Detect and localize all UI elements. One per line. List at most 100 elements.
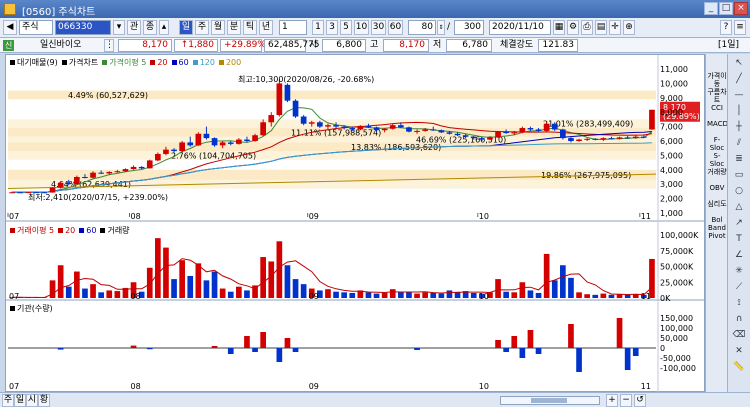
tab-minute[interactable]: 분: [227, 20, 241, 35]
status-tab-time[interactable]: 시: [26, 394, 38, 407]
price-tick-label: 2,000: [660, 195, 683, 204]
date-input[interactable]: 2020/11/10: [489, 20, 551, 35]
indicator-item[interactable]: 가격이동: [707, 72, 727, 88]
reset-button[interactable]: ↺: [634, 394, 646, 407]
close-button[interactable]: ×: [734, 2, 748, 15]
rect-tool-icon[interactable]: ▭: [731, 170, 747, 183]
status-tab-week[interactable]: 주: [2, 394, 14, 407]
channel-tool-icon[interactable]: ⫽: [731, 138, 747, 151]
indicator-item[interactable]: OBV: [707, 184, 727, 192]
triangle-tool-icon[interactable]: △: [731, 202, 747, 215]
code-search-icon[interactable]: ▾: [113, 20, 125, 35]
ruler-tool-icon[interactable]: 📏: [731, 362, 747, 375]
tab-day[interactable]: 일: [179, 20, 193, 35]
calendar-icon[interactable]: ▦: [553, 20, 565, 35]
magnet-tool-icon[interactable]: ∩: [731, 314, 747, 327]
settings-icon[interactable]: ⚙: [567, 20, 579, 35]
chart-area[interactable]: 4.49% (60,527,629) 21.01% (283,499,409) 11…: [5, 54, 706, 393]
cycle-tool-icon[interactable]: ⟟: [731, 298, 747, 311]
interval-select[interactable]: 1: [279, 20, 307, 35]
tab-year[interactable]: 년: [259, 20, 273, 35]
cross-tool-icon[interactable]: ┼: [731, 122, 747, 135]
text-tool-icon[interactable]: T: [731, 234, 747, 247]
interval-60[interactable]: 60: [388, 20, 403, 35]
status-tab-status[interactable]: 황: [38, 394, 50, 407]
save-icon[interactable]: ▤: [595, 20, 607, 35]
market-select[interactable]: 주식: [19, 20, 53, 35]
tab-month[interactable]: 월: [211, 20, 225, 35]
institution-tick-label: 150,000: [660, 314, 693, 323]
volume-bar: [65, 286, 72, 298]
x-axis-label: 11: [641, 292, 651, 301]
indicator-item[interactable]: 거래량: [707, 168, 727, 176]
total-count-input[interactable]: 300: [454, 20, 484, 35]
stock-code-input[interactable]: 066330: [55, 20, 111, 35]
scroll-thumb[interactable]: [531, 398, 567, 403]
interval-3[interactable]: 3: [326, 20, 338, 35]
stock-list-button[interactable]: 종: [143, 20, 157, 35]
gann-tool-icon[interactable]: ✳: [731, 266, 747, 279]
vline-tool-icon[interactable]: │: [731, 106, 747, 119]
legend-swatch: [150, 60, 156, 65]
zoom-out-button[interactable]: −: [620, 394, 632, 407]
volume-bar: [503, 291, 509, 298]
tab-tick[interactable]: 틱: [243, 20, 257, 35]
status-tab-day[interactable]: 일: [14, 394, 26, 407]
legend-entry: 기관(수량): [10, 304, 53, 313]
angle-tool-icon[interactable]: ∠: [731, 250, 747, 263]
strength-label: 체결강도: [500, 40, 534, 50]
display-count-stepper[interactable]: ⇕: [437, 20, 445, 35]
indicator-item[interactable]: S-Sloc: [707, 152, 727, 168]
indicator-item[interactable]: CCI: [707, 104, 727, 112]
volume-bar: [519, 282, 526, 298]
maximize-button[interactable]: □: [719, 2, 733, 15]
candle: [17, 192, 23, 194]
legend-entry: 60: [79, 226, 96, 235]
volume-bar: [406, 292, 412, 298]
candle: [114, 171, 121, 173]
candle: [438, 130, 445, 133]
indicator-item[interactable]: Pivot: [707, 232, 727, 240]
institution-bar: [414, 348, 420, 350]
print-icon[interactable]: ⎙: [581, 20, 593, 35]
zoom-icon[interactable]: ⊕: [623, 20, 635, 35]
interval-10[interactable]: 10: [354, 20, 369, 35]
volume-bar: [511, 292, 518, 298]
minimize-button[interactable]: _: [704, 2, 718, 15]
interval-30[interactable]: 30: [371, 20, 386, 35]
up-arrow-icon[interactable]: ▴: [159, 20, 169, 35]
stock-menu-button[interactable]: ⋮: [104, 39, 114, 52]
menu-icon[interactable]: ≡: [734, 20, 746, 35]
candle: [195, 133, 202, 146]
fibo-tool-icon[interactable]: ≣: [731, 154, 747, 167]
hline-tool-icon[interactable]: —: [731, 90, 747, 103]
price-tick-label: 1,000: [660, 209, 683, 218]
volume-bar: [74, 271, 80, 298]
stock-badge-icon: 신: [3, 40, 14, 51]
pointer-tool-icon[interactable]: ↖: [731, 58, 747, 71]
back-button[interactable]: ◀: [3, 20, 17, 35]
indicator-item[interactable]: 심리도: [707, 200, 727, 208]
arrow-tool-icon[interactable]: ↗: [731, 218, 747, 231]
help-icon[interactable]: ?: [720, 20, 732, 35]
interval-5[interactable]: 5: [340, 20, 352, 35]
line-tool-icon[interactable]: ╱: [731, 74, 747, 87]
x-axis-label: 10: [479, 382, 489, 391]
interval-1[interactable]: 1: [312, 20, 324, 35]
tab-week[interactable]: 주: [195, 20, 209, 35]
indicator-item[interactable]: 구름차트: [707, 88, 727, 104]
erase-tool-icon[interactable]: ⌫: [731, 330, 747, 343]
indicator-item[interactable]: Bol Band: [707, 216, 727, 232]
circle-tool-icon[interactable]: ○: [731, 186, 747, 199]
volume-bar: [414, 293, 420, 298]
display-count-input[interactable]: 80: [408, 20, 436, 35]
delete-tool-icon[interactable]: ✕: [731, 346, 747, 359]
chart-canvas[interactable]: 4.49% (60,527,629)21.01% (283,499,409)11…: [6, 55, 706, 393]
crosshair-icon[interactable]: ✛: [609, 20, 621, 35]
horizontal-scrollbar[interactable]: [500, 396, 600, 405]
indicator-item[interactable]: MACD: [707, 120, 728, 128]
indicator-item[interactable]: F-Sloc: [707, 136, 727, 152]
speed-tool-icon[interactable]: ⟋: [731, 282, 747, 295]
zoom-in-button[interactable]: +: [606, 394, 618, 407]
watch-button[interactable]: 관: [127, 20, 141, 35]
